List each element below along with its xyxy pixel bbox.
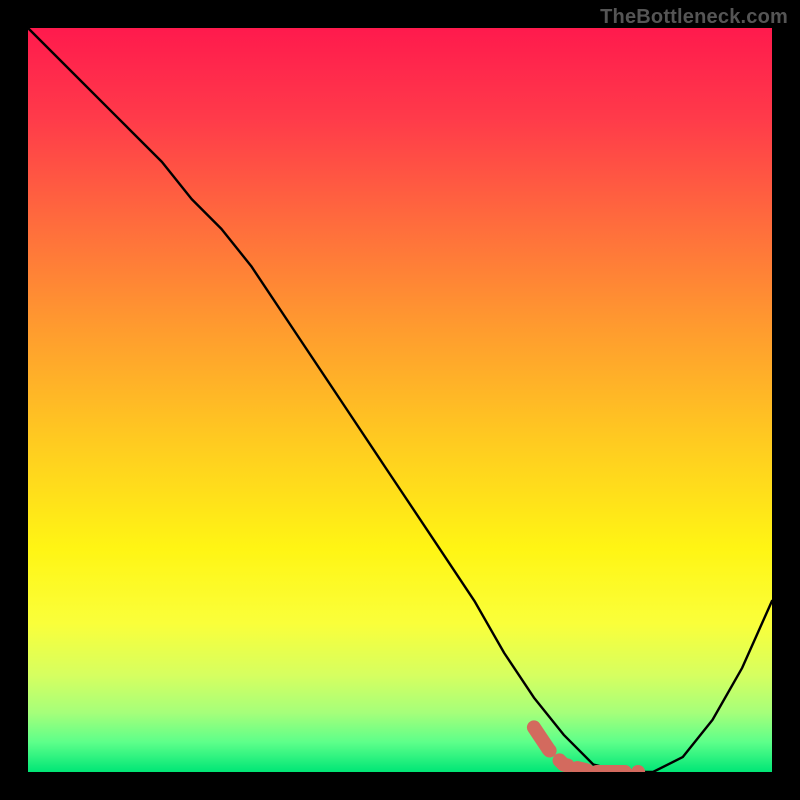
- watermark-text: TheBottleneck.com: [600, 6, 788, 29]
- chart-overlay: [28, 28, 772, 772]
- optimal-segment-line: [534, 727, 638, 772]
- bottleneck-curve-line: [28, 28, 772, 772]
- chart-frame: TheBottleneck.com: [0, 0, 800, 800]
- chart-plot-area: [28, 28, 772, 772]
- optimal-point-marker: [631, 765, 645, 772]
